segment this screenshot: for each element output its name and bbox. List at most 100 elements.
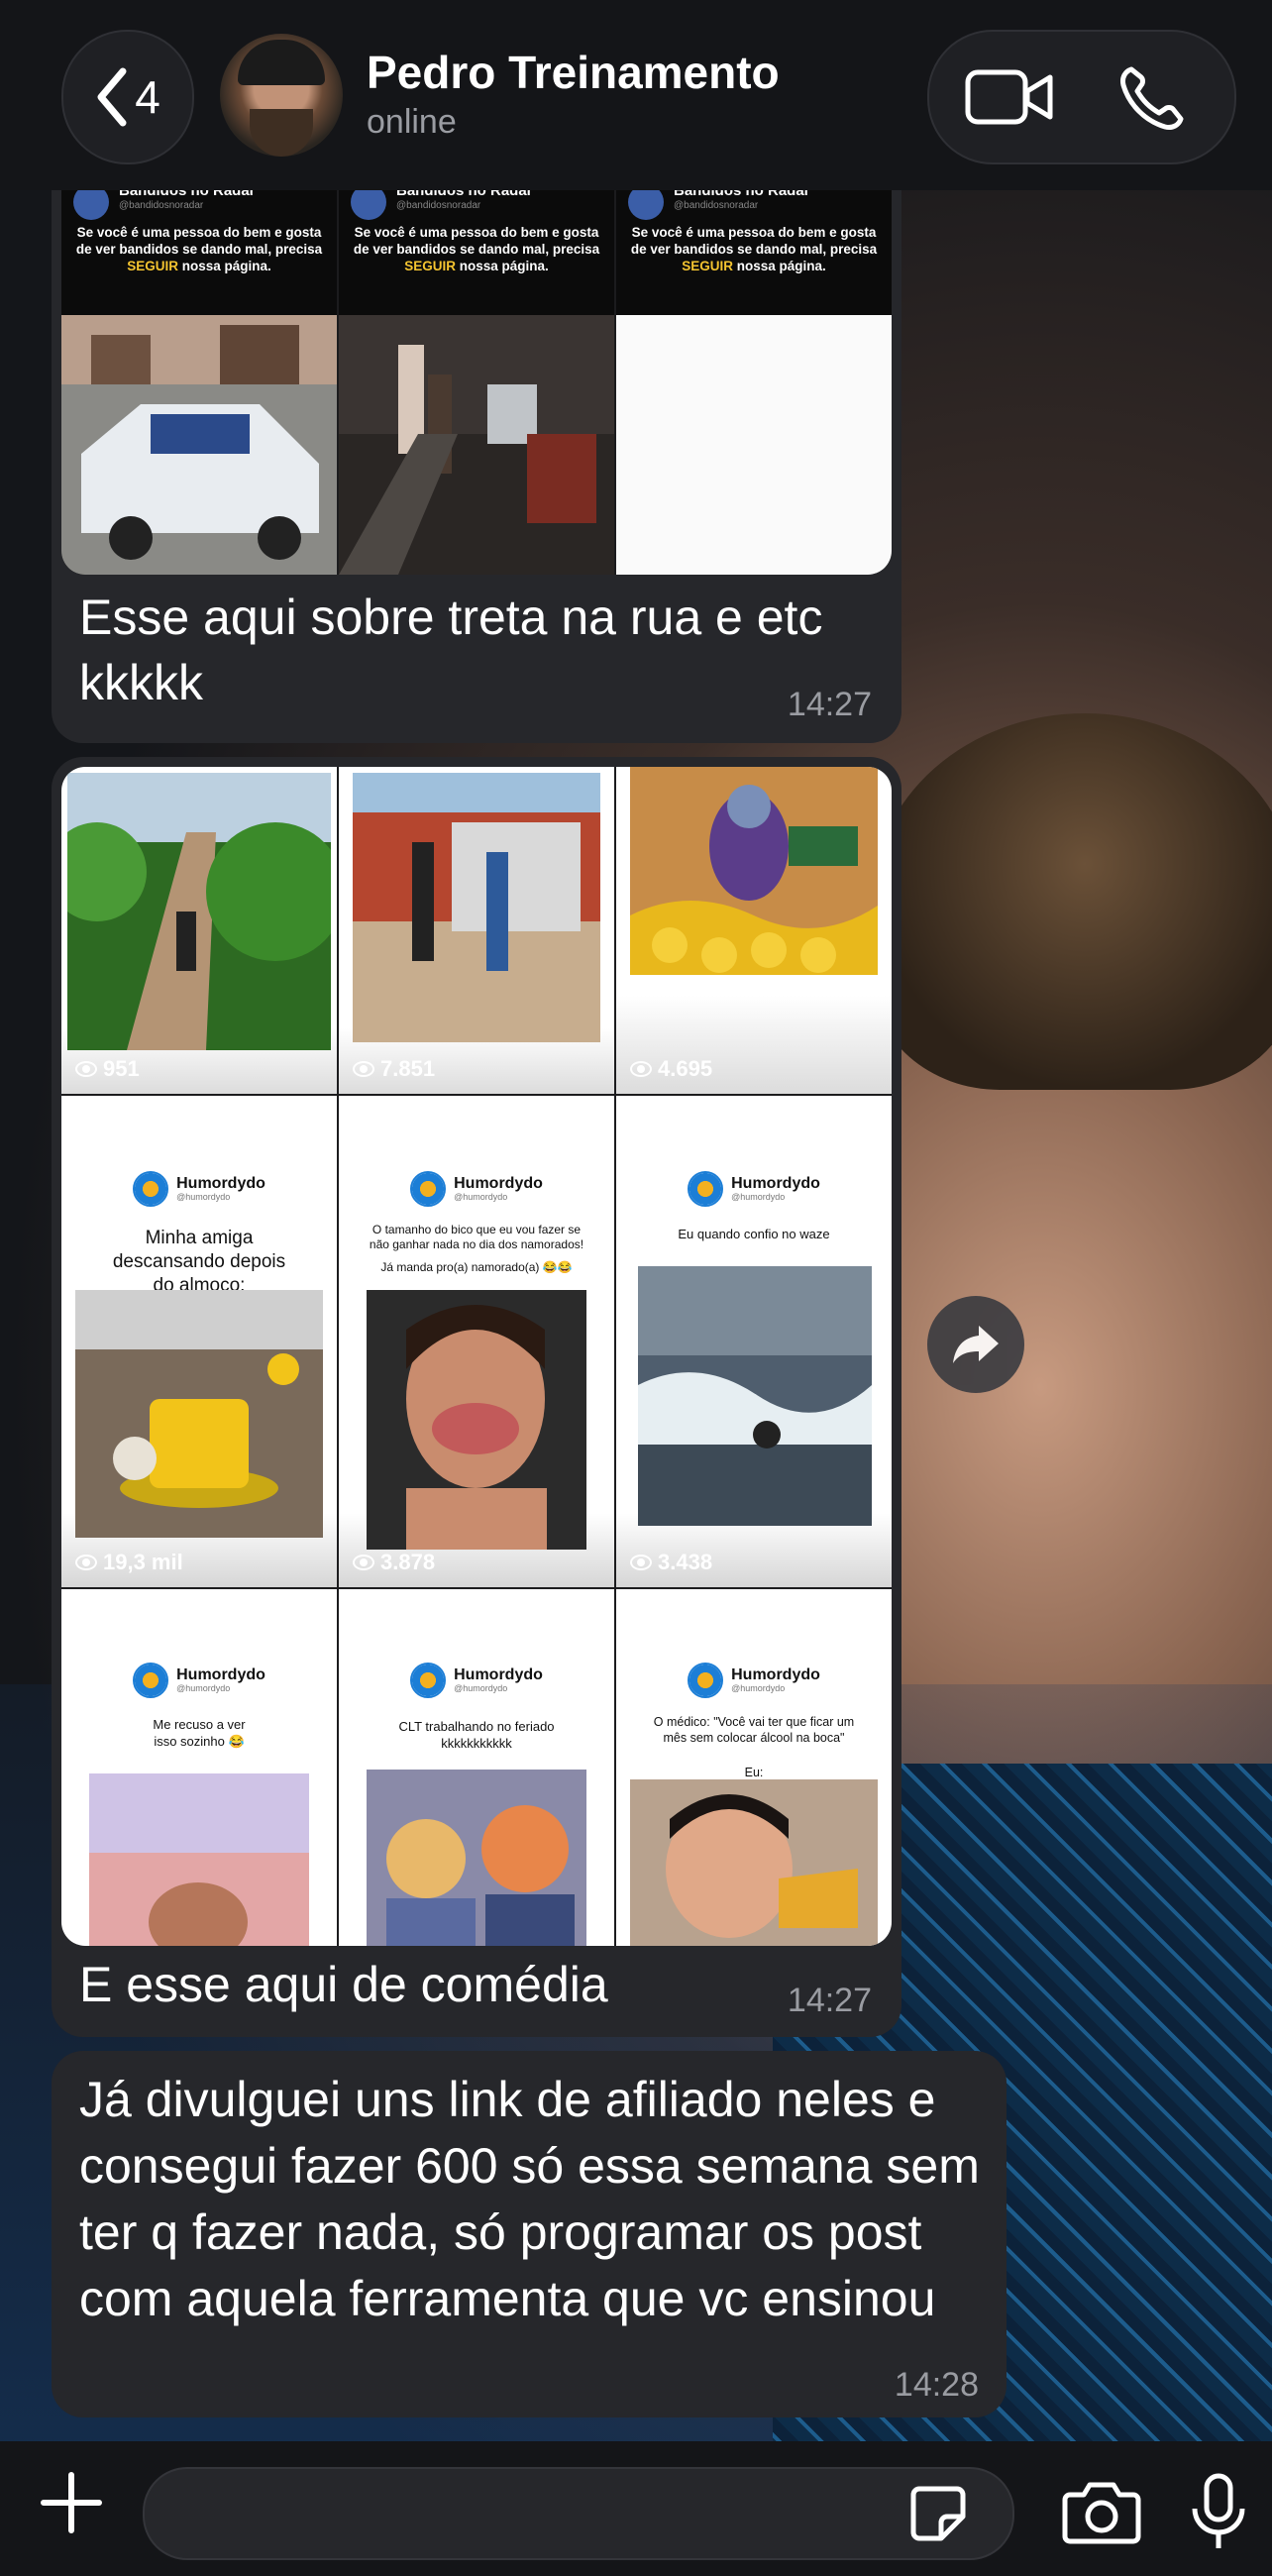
view-count-value: 19,3 mil [103,1550,183,1574]
media-item[interactable]: Humordydo @humordydo Me recuso a ver isso… [61,1589,337,1946]
forward-button[interactable] [927,1296,1024,1393]
media-item[interactable]: Humordydo @humordydo O tamanho do bico qu… [339,1096,614,1587]
humordydo-logo-icon [410,1171,447,1207]
media-item[interactable]: Bandidos no Radar @bandidosnoradar Se vo… [61,149,337,575]
card-handle: @bandidosnoradar [674,200,759,211]
card-text-b: nossa página. [177,259,271,273]
brand-name: Humordydo [454,1666,543,1683]
eye-icon [630,1061,652,1077]
brand-handle: @humordydo [731,1192,786,1202]
card-text-highlight: SEGUIR [127,259,178,273]
card-text-a: Se você é uma pessoa do bem e gosta de v… [353,225,600,257]
humordydo-logo-icon [133,1171,169,1207]
view-count: 4.695 [630,1056,712,1082]
media-item[interactable]: Humordydo @humordydo Minha amiga descansa… [61,1096,337,1587]
street-cctv-thumbnail [339,315,614,575]
eye-icon [353,1061,374,1077]
message-time: 14:27 [787,686,872,723]
chevron-left-icon [97,67,127,127]
humordydo-header: Humordydo @humordydo [616,1663,892,1698]
message-time: 14:28 [894,2366,979,2404]
card-handle: @bandidosnoradar [396,200,481,211]
card-text: Se você é uma pessoa do bem e gosta de v… [347,224,606,274]
message-bubble-1[interactable]: Bandidos no Radar @bandidosnoradar Se vo… [52,149,901,743]
post-text: Me recuso a ver isso sozinho 😂 [153,1717,246,1749]
post-text-2: Já manda pro(a) namorado(a) 😂😂 [380,1260,573,1274]
blank-thumbnail [616,315,892,575]
video-call-icon[interactable] [965,67,1054,127]
post-text: Eu quando confio no waze [678,1227,830,1241]
message-text: Já divulguei uns link de afiliado neles … [79,2072,980,2326]
brand-handle: @humordydo [454,1192,508,1202]
message-bubble-3[interactable]: Já divulguei uns link de afiliado neles … [52,2051,1007,2417]
selfie-lips-thumbnail [367,1290,586,1550]
call-actions [927,30,1236,164]
media-grid-1[interactable]: Bandidos no Radar @bandidosnoradar Se vo… [61,149,892,575]
brand-handle: @humordydo [731,1683,786,1693]
view-count: 19,3 mil [75,1550,183,1575]
man-drinking-thumbnail [630,1779,878,1946]
humordydo-logo-icon [688,1171,724,1207]
view-count: 7.851 [353,1056,435,1082]
brand-name: Humordydo [454,1175,543,1192]
humordydo-header: Humordydo @humordydo [61,1171,337,1207]
phone-call-icon[interactable] [1117,63,1187,133]
message-caption: Esse aqui sobre treta na rua e etc kkkkk [79,590,823,710]
humordydo-header: Humordydo @humordydo [339,1663,614,1698]
media-item[interactable]: 4.695 [616,767,892,1094]
brand-handle: @humordydo [176,1683,231,1693]
media-item[interactable]: Bandidos no Radar @bandidosnoradar Se vo… [339,149,614,575]
card-text-a: Se você é uma pessoa do bem e gosta de v… [75,225,323,257]
eye-icon [75,1555,97,1570]
message-bubble-2[interactable]: 951 7.851 4.695 Humordydo @humordydo Min… [52,757,901,2037]
humordydo-logo-icon [133,1663,169,1698]
card-text: Se você é uma pessoa do bem e gosta de v… [69,224,329,274]
message-time: 14:27 [787,1982,872,2019]
camera-icon[interactable] [1062,2479,1141,2544]
eye-icon [630,1555,652,1570]
brand-handle: @humordydo [176,1192,231,1202]
message-input[interactable] [143,2467,1014,2560]
card-text-a: Se você é uma pessoa do bem e gosta de v… [630,225,878,257]
chicken-farm-thumbnail [75,1290,323,1538]
humordydo-header: Humordydo @humordydo [339,1171,614,1207]
post-text-2: Eu: [744,1766,764,1779]
humordydo-logo-icon [410,1663,447,1698]
view-count: 3.438 [630,1550,712,1575]
compose-bar [0,2441,1272,2576]
microphone-icon[interactable] [1189,2473,1248,2552]
view-count-value: 4.695 [658,1056,713,1081]
forward-icon [953,1326,999,1363]
view-count-value: 3.878 [380,1550,436,1574]
media-item[interactable]: Humordydo @humordydo O médico: "Você vai … [616,1589,892,1946]
media-item[interactable]: Humordydo @humordydo Eu quando confio no … [616,1096,892,1587]
media-item[interactable]: 951 [61,767,337,1094]
contact-status: online [367,103,457,141]
humordydo-header: Humordydo @humordydo [61,1663,337,1698]
humordydo-logo-icon [688,1663,724,1698]
card-text: Se você é uma pessoa do bem e gosta de v… [624,224,884,274]
sticker-icon[interactable] [909,2485,967,2542]
street-walk-thumbnail [353,773,600,1042]
view-count: 3.878 [353,1550,435,1575]
eye-icon [75,1061,97,1077]
plus-icon[interactable] [40,2471,103,2534]
avatar[interactable] [220,34,343,157]
brand-name: Humordydo [176,1666,265,1683]
post-text: O médico: "Você vai ter que ficar um mês… [653,1715,855,1745]
media-item[interactable]: Bandidos no Radar @bandidosnoradar Se vo… [616,149,892,575]
media-item[interactable]: Humordydo @humordydo CLT trabalhando no f… [339,1589,614,1946]
back-button[interactable]: 4 [61,30,194,164]
brand-name: Humordydo [731,1666,820,1683]
brand-name: Humordydo [176,1175,265,1192]
view-count-value: 3.438 [658,1550,713,1574]
view-count-value: 951 [103,1056,140,1081]
media-grid-2[interactable]: 951 7.851 4.695 Humordydo @humordydo Min… [61,767,892,1946]
ocean-wave-thumbnail [638,1266,872,1526]
card-text-highlight: SEGUIR [404,259,456,273]
contact-name[interactable]: Pedro Treinamento [367,46,780,99]
sunset-beach-thumbnail [89,1773,309,1946]
media-item[interactable]: 7.851 [339,767,614,1094]
humordydo-header: Humordydo @humordydo [616,1171,892,1207]
post-text: Minha amiga descansando depois do almoço… [112,1228,286,1296]
